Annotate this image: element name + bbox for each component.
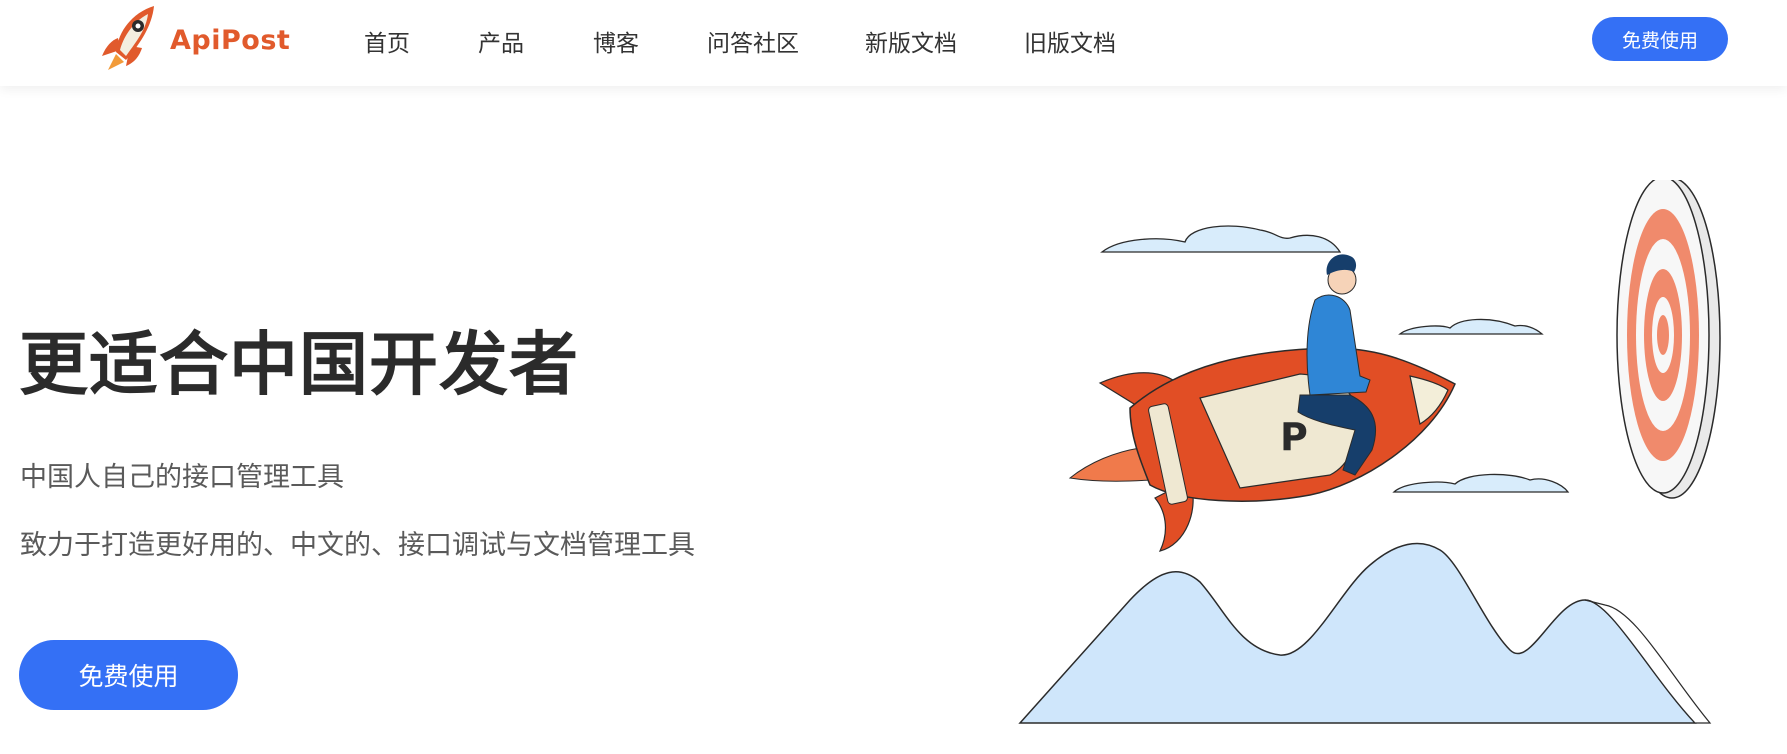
nav-product[interactable]: 产品: [478, 24, 524, 58]
rocket-logo-mark: P: [1280, 415, 1308, 459]
cloud-shape: [1392, 473, 1570, 493]
hero-subtitle: 中国人自己的接口管理工具: [20, 462, 344, 493]
cloud-shape: [1100, 225, 1342, 253]
brand-name: ApiPost: [170, 24, 291, 56]
nav-blog[interactable]: 博客: [593, 24, 639, 58]
nav-home[interactable]: 首页: [364, 24, 410, 58]
mountain-shape: [1018, 542, 1697, 724]
nav-new-docs[interactable]: 新版文档: [865, 24, 957, 58]
target-center-shape: [1657, 315, 1669, 355]
nav-qa[interactable]: 问答社区: [707, 24, 799, 58]
rocket-logo-icon: [102, 6, 154, 70]
hero-title: 更适合中国开发者: [19, 325, 579, 405]
brand-logo[interactable]: ApiPost: [96, 2, 290, 78]
top-navbar: ApiPost 首页 产品 博客 问答社区 新版文档 旧版文档 免费使用: [0, 0, 1787, 86]
hero-free-trial-button[interactable]: 免费使用: [19, 640, 238, 710]
hero-description: 致力于打造更好用的、中文的、接口调试与文档管理工具: [20, 530, 695, 561]
nav-old-docs[interactable]: 旧版文档: [1024, 24, 1116, 58]
free-trial-button[interactable]: 免费使用: [1592, 17, 1728, 61]
rocket-rider-illustration: P: [1010, 176, 1780, 744]
cloud-shape: [1398, 318, 1544, 335]
rider-torso-shape: [1306, 294, 1371, 396]
